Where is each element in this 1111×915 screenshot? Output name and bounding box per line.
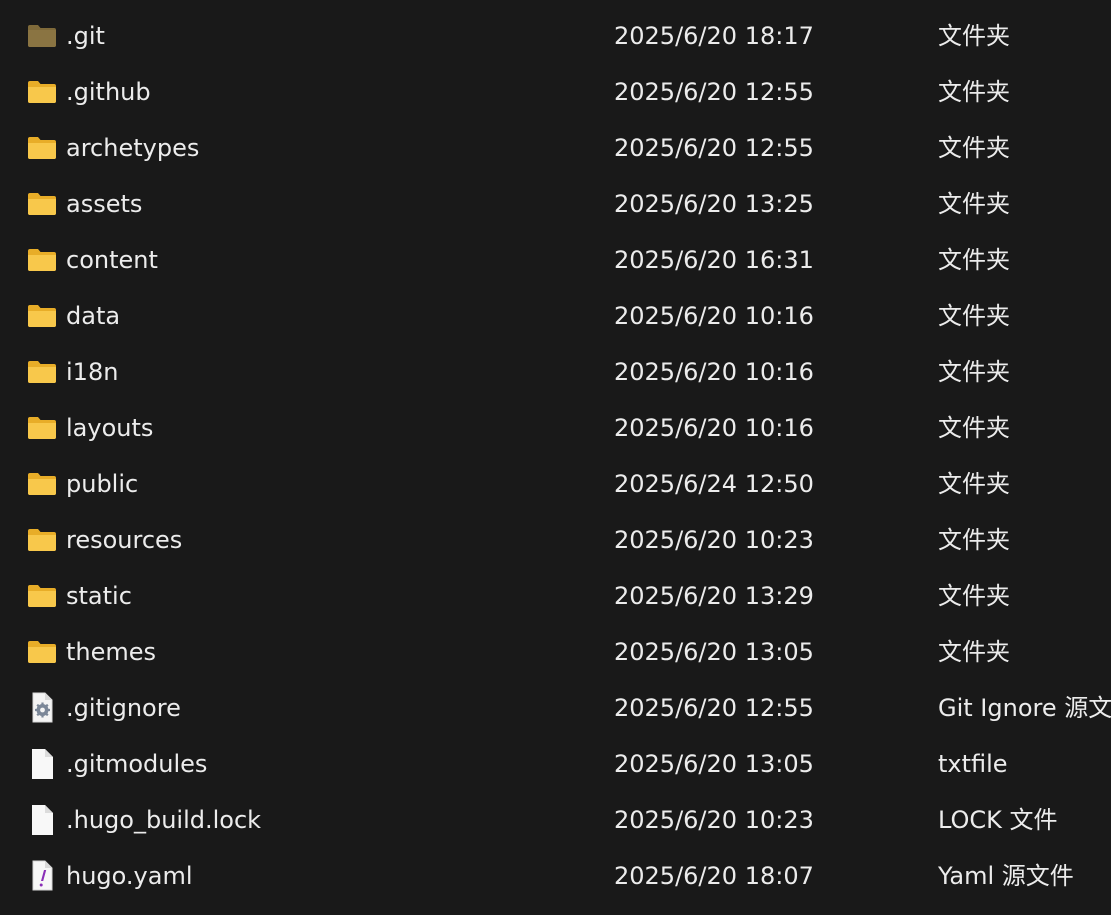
list-item-assets[interactable]: assets 2025/6/20 13:25 文件夹 (0, 176, 1111, 232)
file-name: .github (66, 78, 151, 106)
file-name: .git (66, 22, 105, 50)
settings-file-icon (32, 692, 53, 723)
file-date: 2025/6/20 13:25 (614, 190, 814, 218)
file-date: 2025/6/20 10:16 (614, 414, 814, 442)
file-name: archetypes (66, 134, 200, 162)
file-name: layouts (66, 414, 154, 442)
list-item-layouts[interactable]: layouts 2025/6/20 10:16 文件夹 (0, 400, 1111, 456)
folder-icon (28, 137, 56, 159)
folder-icon (28, 25, 56, 47)
list-item-hugo-yaml[interactable]: hugo.yaml 2025/6/20 18:07 Yaml 源文件 (0, 848, 1111, 904)
list-item-static[interactable]: static 2025/6/20 13:29 文件夹 (0, 568, 1111, 624)
file-type: 文件夹 (938, 78, 1010, 106)
file-type: 文件夹 (938, 638, 1010, 666)
list-item-archetypes[interactable]: archetypes 2025/6/20 12:55 文件夹 (0, 120, 1111, 176)
file-date: 2025/6/20 10:16 (614, 302, 814, 330)
file-name: assets (66, 190, 143, 218)
folder-icon (28, 641, 56, 663)
file-name: resources (66, 526, 183, 554)
file-type: Git Ignore 源文件 (938, 694, 1111, 722)
file-name: data (66, 302, 121, 330)
folder-icon (28, 305, 56, 327)
file-name: public (66, 470, 139, 498)
list-item-gitignore[interactable]: .gitignore 2025/6/20 12:55 Git Ignore 源文… (0, 680, 1111, 736)
list-item-themes[interactable]: themes 2025/6/20 13:05 文件夹 (0, 624, 1111, 680)
folder-icon (28, 249, 56, 271)
file-name: .gitmodules (66, 750, 208, 778)
file-type: 文件夹 (938, 246, 1010, 274)
file-type: 文件夹 (938, 582, 1010, 610)
file-type: 文件夹 (938, 526, 1010, 554)
file-date: 2025/6/20 18:17 (614, 22, 814, 50)
list-item-hugo-build-lock[interactable]: .hugo_build.lock 2025/6/20 10:23 LOCK 文件 (0, 792, 1111, 848)
file-date: 2025/6/20 10:23 (614, 526, 814, 554)
file-type: Yaml 源文件 (938, 862, 1074, 890)
file-date: 2025/6/20 16:31 (614, 246, 814, 274)
file-name: static (66, 582, 132, 610)
list-item-content[interactable]: content 2025/6/20 16:31 文件夹 (0, 232, 1111, 288)
file-type: 文件夹 (938, 22, 1010, 50)
list-item-gitmodules[interactable]: .gitmodules 2025/6/20 13:05 txtfile (0, 736, 1111, 792)
file-date: 2025/6/20 13:05 (614, 750, 814, 778)
file-type: txtfile (938, 750, 1008, 778)
file-type: 文件夹 (938, 358, 1010, 386)
file-name: content (66, 246, 158, 274)
file-name: .hugo_build.lock (66, 806, 262, 834)
folder-icon (28, 529, 56, 551)
folder-icon (28, 417, 56, 439)
file-name: i18n (66, 358, 119, 386)
file-date: 2025/6/20 12:55 (614, 134, 814, 162)
list-item-git[interactable]: .git 2025/6/20 18:17 文件夹 (0, 8, 1111, 64)
folder-icon (28, 473, 56, 495)
file-date: 2025/6/20 18:07 (614, 862, 814, 890)
file-type: 文件夹 (938, 414, 1010, 442)
list-item-github[interactable]: .github 2025/6/20 12:55 文件夹 (0, 64, 1111, 120)
list-item-i18n[interactable]: i18n 2025/6/20 10:16 文件夹 (0, 344, 1111, 400)
folder-icon (28, 585, 56, 607)
yaml-file-icon (32, 860, 53, 891)
file-date: 2025/6/24 12:50 (614, 470, 814, 498)
file-date: 2025/6/20 13:29 (614, 582, 814, 610)
file-icon (32, 749, 53, 779)
file-date: 2025/6/20 10:23 (614, 806, 814, 834)
list-item-public[interactable]: public 2025/6/24 12:50 文件夹 (0, 456, 1111, 512)
file-type: 文件夹 (938, 134, 1010, 162)
list-item-data[interactable]: data 2025/6/20 10:16 文件夹 (0, 288, 1111, 344)
file-name: hugo.yaml (66, 862, 193, 890)
file-name: .gitignore (66, 694, 181, 722)
file-name: themes (66, 638, 157, 666)
file-list: .git 2025/6/20 18:17 文件夹 .github 2025/6/… (0, 0, 1111, 915)
list-item-resources[interactable]: resources 2025/6/20 10:23 文件夹 (0, 512, 1111, 568)
folder-icon (28, 361, 56, 383)
file-type: 文件夹 (938, 302, 1010, 330)
file-type: 文件夹 (938, 190, 1010, 218)
file-date: 2025/6/20 12:55 (614, 78, 814, 106)
folder-icon (28, 81, 56, 103)
file-type: LOCK 文件 (938, 806, 1058, 834)
file-icon (32, 805, 53, 835)
folder-icon (28, 193, 56, 215)
file-date: 2025/6/20 12:55 (614, 694, 814, 722)
file-date: 2025/6/20 13:05 (614, 638, 814, 666)
file-date: 2025/6/20 10:16 (614, 358, 814, 386)
file-type: 文件夹 (938, 470, 1010, 498)
